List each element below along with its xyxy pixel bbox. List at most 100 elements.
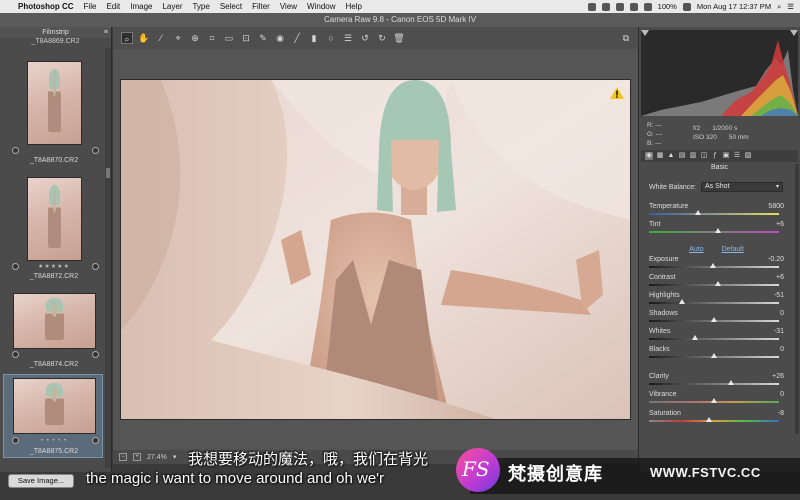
slider-value[interactable]: -31: [774, 328, 784, 335]
adobe-icon[interactable]: [587, 2, 596, 11]
zoom-dropdown-icon[interactable]: ▾: [173, 453, 177, 461]
slider-track[interactable]: [649, 213, 779, 215]
app-menu[interactable]: Photoshop CC: [18, 2, 74, 11]
tab-snapshots-icon[interactable]: ▧: [744, 152, 752, 160]
tab-tone-curve-icon[interactable]: ▦: [656, 152, 664, 160]
menu-view[interactable]: View: [280, 2, 297, 11]
slider-track[interactable]: [649, 302, 779, 304]
target-adjust-icon[interactable]: ⊕: [189, 32, 201, 44]
slider-value[interactable]: 0: [780, 346, 784, 353]
panel-scrollbar[interactable]: [795, 164, 799, 434]
slider-highlights: Highlights -51: [649, 292, 784, 304]
clock[interactable]: Mon Aug 17 12:37 PM: [697, 2, 771, 11]
thumbnail-image[interactable]: [27, 177, 82, 261]
menu-edit[interactable]: Edit: [106, 2, 120, 11]
zoom-out-icon[interactable]: −: [119, 453, 127, 461]
star-rating[interactable]: • • • • •: [6, 438, 102, 444]
default-link[interactable]: Default: [722, 246, 744, 253]
warning-icon[interactable]: [610, 87, 624, 99]
slider-knob[interactable]: [711, 317, 717, 322]
menu-image[interactable]: Image: [130, 2, 152, 11]
fullscreen-icon[interactable]: ⧉: [620, 32, 632, 44]
thumbnail-image[interactable]: [13, 378, 96, 434]
preferences-icon[interactable]: ☰: [342, 32, 354, 44]
slider-exposure: Exposure -0.20: [649, 256, 784, 268]
volume-icon[interactable]: [643, 2, 652, 11]
slider-value[interactable]: -8: [778, 410, 784, 417]
tab-lens-icon[interactable]: ◫: [700, 152, 708, 160]
thumbnail-image[interactable]: [27, 61, 82, 145]
trash-icon[interactable]: 🗑: [393, 32, 405, 44]
tab-hsl-icon[interactable]: ▤: [678, 152, 686, 160]
zoom-in-icon[interactable]: +: [133, 453, 141, 461]
slider-knob[interactable]: [727, 380, 734, 385]
menu-help[interactable]: Help: [346, 2, 362, 11]
slider-knob[interactable]: [705, 417, 712, 422]
search-icon[interactable]: ⌕: [777, 2, 781, 12]
slider-value[interactable]: +6: [776, 221, 784, 228]
rotate-cw-icon[interactable]: ↻: [376, 32, 388, 44]
tab-presets-icon[interactable]: ☰: [733, 152, 741, 160]
menu-layer[interactable]: Layer: [162, 2, 182, 11]
menu-file[interactable]: File: [84, 2, 97, 11]
preview-image[interactable]: [120, 79, 631, 420]
slider-value[interactable]: -51: [774, 292, 784, 299]
slider-value[interactable]: 0: [780, 310, 784, 317]
adjustment-brush-icon[interactable]: ╱: [291, 32, 303, 44]
radial-filter-icon[interactable]: ○: [325, 32, 337, 44]
image-canvas[interactable]: [113, 49, 638, 450]
wifi-icon[interactable]: [629, 2, 638, 11]
notification-center-icon[interactable]: ☰: [787, 2, 794, 11]
zoom-icon[interactable]: ⌕: [121, 32, 133, 44]
white-balance-icon[interactable]: ⁄: [155, 32, 167, 44]
tab-split-toning-icon[interactable]: ▥: [689, 152, 697, 160]
thumbnail-image[interactable]: [13, 293, 96, 349]
menu-window[interactable]: Window: [307, 2, 335, 11]
tab-basic-icon[interactable]: ◉: [645, 152, 653, 160]
battery-icon[interactable]: [682, 2, 691, 11]
graduated-filter-icon[interactable]: ▮: [308, 32, 320, 44]
tab-detail-icon[interactable]: ▲: [667, 152, 675, 160]
slider-value[interactable]: 0: [780, 391, 784, 398]
slider-knob[interactable]: [714, 228, 721, 233]
g-value: G: ---: [647, 131, 663, 138]
red-eye-icon[interactable]: ◉: [274, 32, 286, 44]
slider-knob[interactable]: [711, 353, 717, 358]
filmstrip-scrollbar[interactable]: [105, 48, 111, 468]
save-image-button[interactable]: Save Image...: [8, 474, 74, 488]
star-rating[interactable]: ★★★★★: [6, 263, 102, 270]
slider-track[interactable]: [649, 383, 779, 385]
slider-knob[interactable]: [709, 263, 716, 268]
dropbox-icon[interactable]: [601, 2, 610, 11]
slider-value[interactable]: 5800: [768, 203, 784, 210]
slider-value[interactable]: +6: [776, 274, 784, 281]
bluetooth-icon[interactable]: [615, 2, 624, 11]
slider-track[interactable]: [649, 338, 779, 340]
slider-knob[interactable]: [695, 210, 702, 215]
straighten-icon[interactable]: ▭: [223, 32, 235, 44]
zoom-level[interactable]: 27.4%: [147, 454, 167, 461]
slider-label: Temperature: [649, 203, 689, 210]
white-balance-select[interactable]: As Shot: [701, 182, 783, 192]
slider-track[interactable]: [649, 420, 779, 422]
color-sampler-icon[interactable]: ⌖: [172, 32, 184, 44]
slider-value[interactable]: -0.20: [768, 256, 784, 263]
scrollbar-thumb[interactable]: [106, 168, 110, 178]
hand-icon[interactable]: ✋: [138, 32, 150, 44]
slider-value[interactable]: +26: [772, 373, 784, 380]
menu-type[interactable]: Type: [192, 2, 209, 11]
crop-icon[interactable]: ⌗: [206, 32, 218, 44]
slider-knob[interactable]: [714, 281, 721, 286]
slider-knob[interactable]: [691, 335, 698, 340]
filmstrip-menu-icon[interactable]: ≡: [104, 27, 108, 38]
rotate-ccw-icon[interactable]: ↺: [359, 32, 371, 44]
spot-removal-icon[interactable]: ✎: [257, 32, 269, 44]
transform-icon[interactable]: ⊡: [240, 32, 252, 44]
menu-select[interactable]: Select: [220, 2, 242, 11]
tab-effects-icon[interactable]: ƒ: [711, 152, 719, 160]
tab-calibration-icon[interactable]: ▣: [722, 152, 730, 160]
menu-filter[interactable]: Filter: [252, 2, 270, 11]
slider-knob[interactable]: [678, 299, 685, 304]
auto-link[interactable]: Auto: [689, 246, 703, 253]
slider-knob[interactable]: [711, 398, 717, 403]
